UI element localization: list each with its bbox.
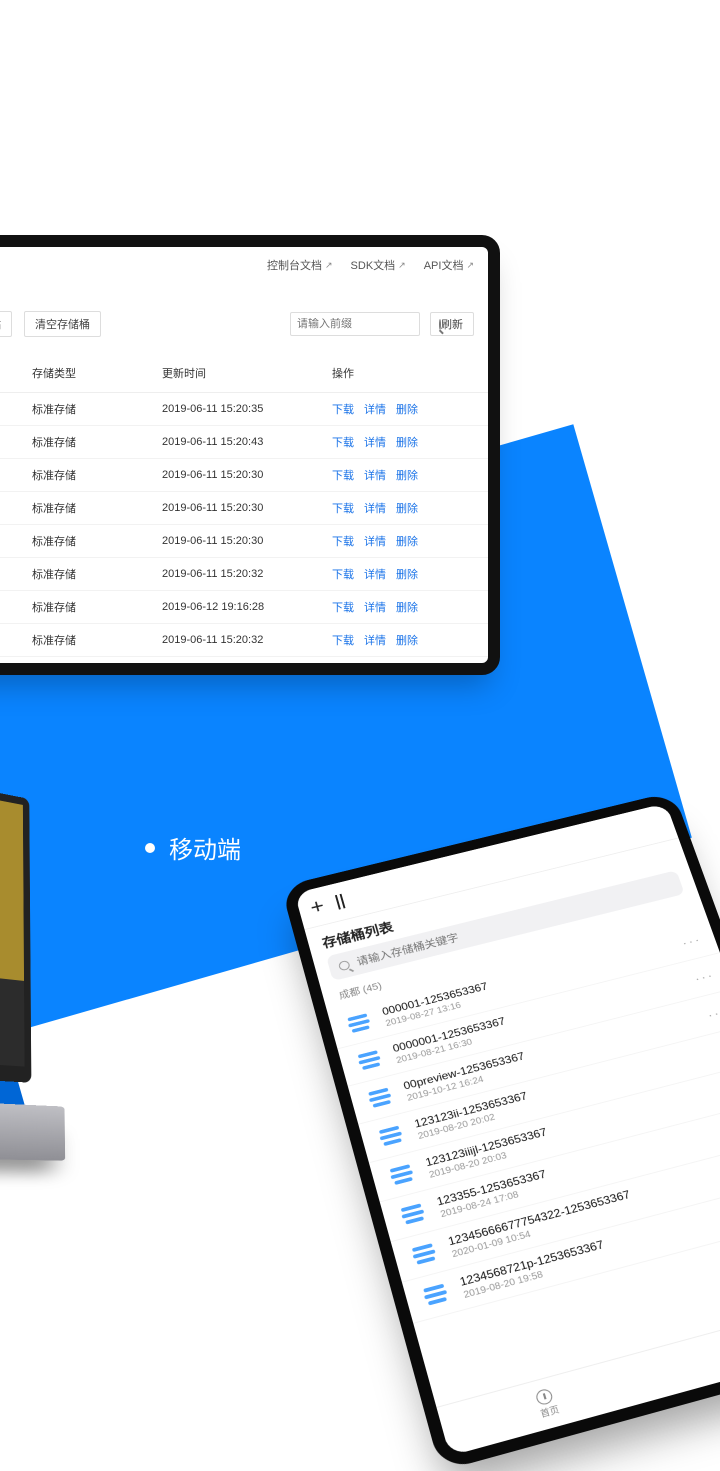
detail-link[interactable]: 详情 [364,569,386,581]
download-link[interactable]: 下载 [332,503,354,515]
delete-link[interactable]: 删除 [396,470,418,482]
search-icon [338,959,351,971]
table-row: 标准存储2019-06-11 15:20:30下载详情删除 [0,492,488,525]
external-icon: ↗ [398,260,406,271]
delete-link[interactable]: 删除 [396,437,418,449]
download-link[interactable]: 下载 [332,635,354,647]
download-link[interactable]: 下载 [332,470,354,482]
more-icon[interactable]: ··· [693,967,716,985]
sort-icon[interactable] [335,893,346,909]
bucket-icon [374,1122,407,1150]
download-link[interactable]: 下载 [332,602,354,614]
phone-mockup: + 存储桶列表 成都 (45) 000001-12536533672019-08… [281,791,720,1471]
bucket-icon [407,1240,441,1269]
table-row: 标准存储2019-06-11 15:20:30下载详情删除 [0,525,488,558]
detail-link[interactable]: 详情 [364,470,386,482]
cell-update-time: 2019-06-11 15:20:32 [162,568,332,580]
tab-recent[interactable]: 首页 [437,1352,658,1456]
cell-storage-type: 标准存储 [32,632,162,648]
tab-sdk-doc[interactable]: SDK文档↗ [351,257,406,273]
cell-update-time: 2019-06-11 15:20:32 [162,634,332,646]
bucket-icon [419,1280,453,1310]
cell-storage-type: 标准存储 [32,434,162,450]
col-storage-type: 存储类型 [32,365,162,381]
cell-update-time: 2019-06-11 15:20:30 [162,535,332,547]
delete-link[interactable]: 删除 [396,602,418,614]
cell-storage-type: 标准存储 [32,566,162,582]
detail-link[interactable]: 详情 [364,635,386,647]
delete-link[interactable]: 删除 [396,569,418,581]
doc-tabs: 控制台文档↗ SDK文档↗ API文档↗ [267,257,474,273]
tab-buckets[interactable] [643,1297,720,1399]
cell-update-time: 2019-06-11 15:20:30 [162,502,332,514]
cell-storage-type: 标准存储 [32,533,162,549]
bullet-dot [145,843,155,853]
table-row: 标准存储2019-06-11 15:20:35下载详情删除 [0,393,488,426]
delete-link[interactable]: 删除 [396,635,418,647]
prefix-search-input[interactable] [297,318,439,330]
paste-button[interactable]: 粘贴 [0,311,12,337]
mobile-section-title: 移动端 [145,830,241,865]
cell-update-time: 2019-06-11 15:20:30 [162,469,332,481]
more-icon[interactable]: ··· [680,932,703,950]
add-bucket-button[interactable]: + [308,894,327,919]
delete-link[interactable]: 删除 [396,536,418,548]
download-link[interactable]: 下载 [332,536,354,548]
cell-update-time: 2019-06-11 15:20:43 [162,436,332,448]
cell-storage-type: 标准存储 [32,401,162,417]
bucket-icon [396,1200,430,1229]
phone-tabbar: 首页 [436,1296,720,1456]
table-row: 标准存储2019-06-12 19:16:28下载详情删除 [0,591,488,624]
bucket-icon [343,1010,375,1037]
prefix-search[interactable] [290,312,420,336]
download-link[interactable]: 下载 [332,404,354,416]
table-row: 标准存储2019-06-11 15:20:43下载详情删除 [0,426,488,459]
cell-storage-type: 标准存储 [32,500,162,516]
table-row: 标准存储2019-06-11 15:20:30下载详情删除 [0,459,488,492]
delete-link[interactable]: 删除 [396,503,418,515]
col-ops: 操作 [332,365,474,381]
more-icon[interactable]: ··· [705,1003,720,1021]
refresh-button[interactable]: 刷新 [430,312,474,336]
col-update-time: 更新时间 [162,365,332,381]
tab-console-doc[interactable]: 控制台文档↗ [267,257,333,273]
detail-link[interactable]: 详情 [364,602,386,614]
bucket-icon [385,1161,419,1189]
delete-link[interactable]: 删除 [396,404,418,416]
bucket-icon [353,1047,386,1074]
mobile-label: 移动端 [169,830,241,865]
laptop-mockup [0,776,49,1204]
cell-update-time: 2019-06-11 15:20:35 [162,403,332,415]
search-icon [439,319,441,330]
download-link[interactable]: 下载 [332,569,354,581]
desktop-window: 控制台文档↗ SDK文档↗ API文档↗ 粘贴 清空存储桶 刷新 存储类型 更新… [0,235,500,675]
detail-link[interactable]: 详情 [364,404,386,416]
external-icon: ↗ [466,260,474,271]
table-row: 标准存储2019-06-11 15:20:32下载详情删除 [0,624,488,657]
detail-link[interactable]: 详情 [364,437,386,449]
bucket-icon [364,1084,397,1112]
clear-bucket-button[interactable]: 清空存储桶 [24,311,101,337]
tab-api-doc[interactable]: API文档↗ [424,257,474,273]
cell-update-time: 2019-06-12 19:16:28 [162,601,332,613]
detail-link[interactable]: 详情 [364,536,386,548]
table-row: 标准存储2019-06-11 15:20:32下载详情删除 [0,558,488,591]
download-link[interactable]: 下载 [332,437,354,449]
object-table: 存储类型 更新时间 操作 标准存储2019-06-11 15:20:35下载详情… [0,353,488,663]
table-row: 标准存储2019-06-11 15:20:33下载详情删除 [0,657,488,663]
cell-storage-type: 标准存储 [32,599,162,615]
cell-storage-type: 标准存储 [32,467,162,483]
detail-link[interactable]: 详情 [364,503,386,515]
external-icon: ↗ [325,260,333,271]
